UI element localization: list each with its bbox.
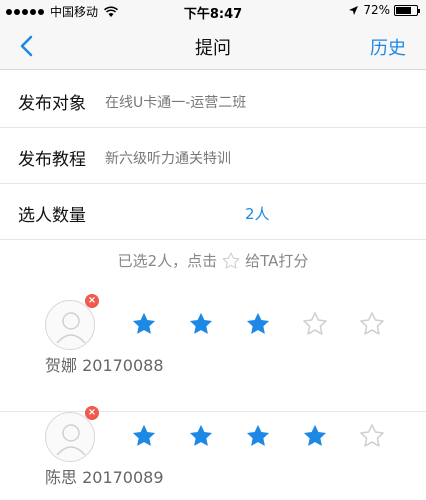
star-empty-icon[interactable] xyxy=(358,422,386,450)
student-item: × 陈思 20170089 xyxy=(0,406,426,500)
count-value: 2人 xyxy=(245,205,270,223)
avatar-placeholder-icon xyxy=(56,312,86,344)
hint-after: 给TA打分 xyxy=(245,252,309,270)
star-empty-icon[interactable] xyxy=(301,310,329,338)
count-label: 选人数量 xyxy=(18,206,86,226)
hint-before: 已选2人，点击 xyxy=(117,252,218,270)
status-right: 72% xyxy=(348,3,420,17)
star-filled-icon[interactable] xyxy=(244,422,272,450)
page-title: 提问 xyxy=(195,38,231,59)
target-value: 在线U卡通一-运营二班 xyxy=(105,95,247,111)
nav-bar: 提问 历史 xyxy=(0,22,426,70)
battery-percent: 72% xyxy=(363,3,390,17)
avatar xyxy=(45,300,95,350)
count-row[interactable]: 选人数量 2人 xyxy=(0,184,426,240)
star-filled-icon[interactable] xyxy=(187,310,215,338)
course-value: 新六级听力通关特训 xyxy=(105,151,231,167)
star-filled-icon[interactable] xyxy=(244,310,272,338)
star-rating xyxy=(130,422,386,450)
course-row[interactable]: 发布教程 新六级听力通关特训 xyxy=(0,128,426,184)
location-arrow-icon xyxy=(349,5,359,15)
student-name: 陈思 20170089 xyxy=(45,468,164,487)
star-filled-icon[interactable] xyxy=(130,422,158,450)
target-row[interactable]: 发布对象 在线U卡通一-运营二班 xyxy=(0,72,426,128)
avatar-placeholder-icon xyxy=(56,424,86,456)
battery-icon xyxy=(394,4,420,16)
history-button[interactable]: 历史 xyxy=(370,34,406,60)
star-outline-icon xyxy=(222,252,240,269)
star-rating xyxy=(130,310,386,338)
target-label: 发布对象 xyxy=(18,94,86,114)
star-filled-icon[interactable] xyxy=(130,310,158,338)
status-bar: 中国移动 下午8:47 72% xyxy=(0,0,426,22)
student-item: × 贺娜 20170088 xyxy=(0,294,426,412)
avatar xyxy=(45,412,95,462)
rating-hint: 已选2人，点击 给TA打分 xyxy=(0,250,426,271)
student-name: 贺娜 20170088 xyxy=(45,356,164,375)
star-filled-icon[interactable] xyxy=(301,422,329,450)
remove-student-button[interactable]: × xyxy=(85,406,99,420)
course-label: 发布教程 xyxy=(18,150,86,170)
star-filled-icon[interactable] xyxy=(187,422,215,450)
remove-student-button[interactable]: × xyxy=(85,294,99,308)
star-empty-icon[interactable] xyxy=(358,310,386,338)
